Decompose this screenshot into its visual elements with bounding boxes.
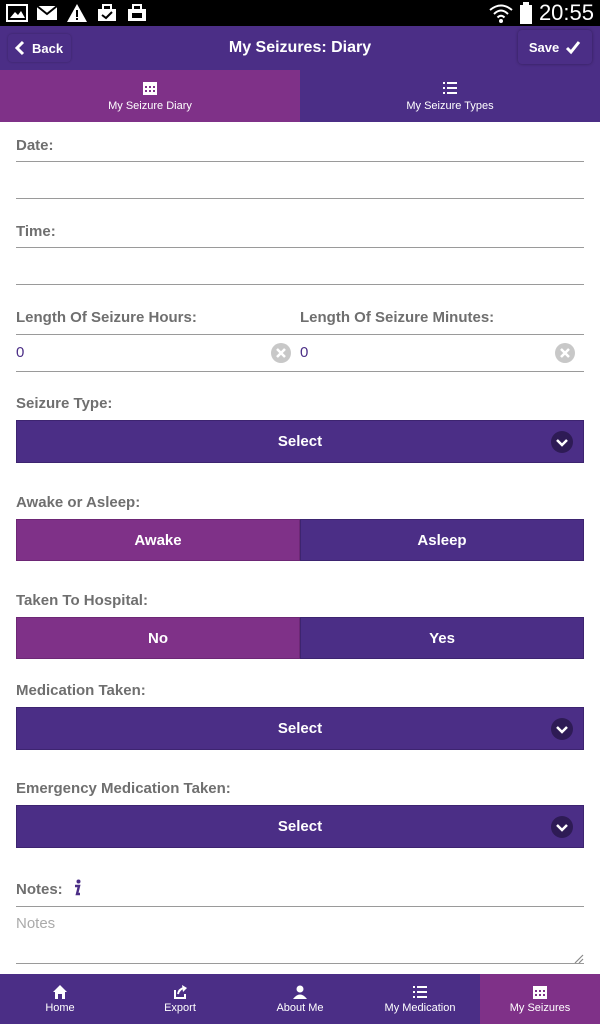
minutes-label: Length Of Seizure Minutes:	[300, 309, 495, 326]
date-input[interactable]	[16, 164, 584, 198]
seizure-type-select-value: Select	[277, 433, 323, 450]
notes-label-underline	[16, 906, 584, 907]
medication-select[interactable]: Select	[16, 707, 584, 750]
minutes-input-underline	[300, 371, 584, 372]
nav-about-me[interactable]: About Me	[240, 974, 360, 1024]
back-button[interactable]: Back	[8, 34, 72, 62]
date-label: Date:	[16, 137, 54, 154]
page-title: My Seizures: Diary	[228, 39, 372, 56]
date-label-underline	[16, 161, 584, 162]
tab-my-seizure-diary[interactable]: My Seizure Diary	[0, 70, 300, 122]
chevron-down-icon	[551, 431, 573, 453]
seizure-type-select[interactable]: Select	[16, 420, 584, 463]
hours-input-underline	[16, 371, 300, 372]
hospital-toggle: No Yes	[16, 617, 584, 659]
gallery-icon	[6, 4, 28, 22]
tab-bar: My Seizure Diary My Seizure Types	[0, 70, 600, 122]
chevron-left-icon	[14, 40, 25, 56]
gmail-icon	[36, 5, 58, 20]
person-icon	[293, 985, 307, 999]
app-header: My Seizures: Diary Back Save	[0, 26, 600, 70]
notes-label: Notes:	[16, 881, 63, 898]
chevron-down-icon	[551, 816, 573, 838]
battery-icon	[519, 2, 532, 24]
calendar-icon	[143, 82, 157, 95]
save-button[interactable]: Save	[518, 30, 592, 64]
hospital-no-option[interactable]: No	[16, 617, 300, 659]
awake-asleep-toggle: Awake Asleep	[16, 519, 584, 561]
tab-label: My Seizure Types	[406, 100, 494, 112]
minutes-input[interactable]: 0	[300, 344, 308, 361]
nav-label: My Medication	[384, 1002, 456, 1014]
info-icon[interactable]	[70, 879, 84, 897]
emergency-medication-select-value: Select	[277, 818, 323, 835]
emergency-medication-label: Emergency Medication Taken:	[16, 780, 231, 797]
hospital-label: Taken To Hospital:	[16, 592, 148, 609]
hours-input[interactable]: 0	[16, 344, 24, 361]
tab-my-seizure-types[interactable]: My Seizure Types	[300, 70, 600, 122]
clear-minutes-icon[interactable]	[554, 342, 576, 364]
hours-label: Length Of Seizure Hours:	[16, 309, 197, 326]
save-button-label: Save	[528, 39, 560, 55]
tab-label: My Seizure Diary	[108, 100, 192, 112]
nav-label: About Me	[276, 1002, 324, 1014]
calendar-icon	[533, 986, 547, 999]
time-input[interactable]	[16, 250, 584, 284]
briefcase-icon	[98, 4, 116, 21]
hospital-yes-option[interactable]: Yes	[300, 617, 584, 659]
bottom-nav: Home Export About Me My Medication My Se…	[0, 974, 600, 1024]
briefcase-icon	[128, 4, 146, 21]
seizure-type-label: Seizure Type:	[16, 395, 113, 412]
status-bar: 20:55	[0, 0, 600, 26]
nav-label: My Seizures	[509, 1002, 571, 1014]
app-root: 20:55 My Seizures: Diary Back Save My Se…	[0, 0, 600, 1024]
medication-label: Medication Taken:	[16, 682, 146, 699]
time-label-underline	[16, 247, 584, 248]
awake-asleep-label: Awake or Asleep:	[16, 494, 141, 511]
chevron-down-icon	[551, 718, 573, 740]
list-icon	[413, 986, 427, 998]
notes-textarea[interactable]: Notes	[16, 915, 55, 932]
notes-textarea-underline	[16, 963, 584, 964]
awake-option[interactable]: Awake	[16, 519, 300, 561]
asleep-option[interactable]: Asleep	[300, 519, 584, 561]
clear-hours-icon[interactable]	[270, 342, 292, 364]
home-icon	[53, 985, 67, 999]
status-system-icons: 20:55	[489, 0, 594, 26]
warning-icon	[67, 4, 87, 22]
wifi-icon	[489, 4, 513, 23]
time-input-underline	[16, 284, 584, 285]
emergency-medication-select[interactable]: Select	[16, 805, 584, 848]
status-time: 20:55	[538, 0, 594, 25]
back-button-label: Back	[32, 40, 64, 56]
hours-label-underline	[16, 334, 300, 335]
minutes-label-underline	[300, 334, 584, 335]
date-input-underline	[16, 198, 584, 199]
medication-select-value: Select	[277, 720, 323, 737]
status-notification-icons	[6, 3, 148, 23]
list-icon	[443, 82, 457, 94]
nav-my-seizures[interactable]: My Seizures	[480, 974, 600, 1024]
nav-home[interactable]: Home	[0, 974, 120, 1024]
nav-label: Home	[45, 1002, 75, 1014]
nav-export[interactable]: Export	[120, 974, 240, 1024]
time-label: Time:	[16, 223, 56, 240]
export-icon	[174, 985, 187, 999]
nav-label: Export	[164, 1002, 196, 1014]
checkmark-icon	[566, 41, 581, 55]
nav-my-medication[interactable]: My Medication	[360, 974, 480, 1024]
